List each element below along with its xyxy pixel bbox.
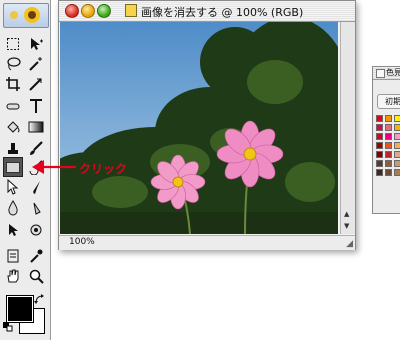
stamp-tool-icon[interactable] bbox=[3, 138, 23, 158]
scroll-up-arrow-icon[interactable]: ▲ bbox=[344, 210, 349, 218]
mouse-cursor-icon bbox=[3, 177, 23, 197]
color-swatch[interactable] bbox=[376, 133, 383, 140]
annotation-arrow-icon bbox=[32, 160, 76, 174]
cosmos-flower-photo bbox=[60, 22, 338, 234]
marquee-tool-icon[interactable] bbox=[3, 34, 23, 54]
color-swatch[interactable] bbox=[394, 133, 400, 140]
panel-close-button[interactable] bbox=[376, 69, 385, 78]
color-panel-titlebar[interactable]: 色見 bbox=[373, 67, 400, 80]
gradient-tool-icon[interactable] bbox=[26, 117, 46, 137]
eraser-icon bbox=[6, 161, 20, 173]
zoom-button[interactable] bbox=[97, 4, 111, 18]
color-swatch[interactable] bbox=[385, 133, 392, 140]
magic-wand-tool-icon[interactable] bbox=[26, 54, 46, 74]
hand-tool-icon[interactable] bbox=[3, 266, 23, 286]
paint-bucket-tool-icon[interactable] bbox=[3, 117, 23, 137]
minimize-button[interactable] bbox=[81, 4, 95, 18]
type-tool-icon[interactable] bbox=[26, 96, 46, 116]
dodge-tool-icon[interactable] bbox=[26, 198, 46, 218]
image-document-window: 画像を消去する @ 100% (RGB) ▲ ▼ 100% ◢ bbox=[58, 0, 356, 250]
vertical-scrollbar[interactable]: ▲ ▼ bbox=[340, 22, 355, 234]
color-swatch[interactable] bbox=[394, 142, 400, 149]
annotation-label: クリック bbox=[79, 162, 128, 176]
color-swatch[interactable] bbox=[376, 169, 383, 176]
color-swatches-panel: 色見 初期 bbox=[372, 66, 400, 214]
color-swatch[interactable] bbox=[394, 160, 400, 167]
path-selection-tool-icon[interactable] bbox=[3, 220, 23, 240]
eraser-tool-selected[interactable] bbox=[3, 157, 23, 177]
healing-brush-tool-icon[interactable] bbox=[3, 96, 23, 116]
color-swatch[interactable] bbox=[385, 115, 392, 122]
color-swatch[interactable] bbox=[394, 151, 400, 158]
image-canvas[interactable] bbox=[60, 22, 338, 234]
brush-tool-icon[interactable] bbox=[26, 138, 46, 158]
eyedropper-tool-icon[interactable] bbox=[26, 246, 46, 266]
sunflower-logo-icon bbox=[10, 7, 40, 23]
color-swatch[interactable] bbox=[394, 169, 400, 176]
zoom-tool-icon[interactable] bbox=[26, 266, 46, 286]
smudge-tool-icon[interactable] bbox=[26, 177, 46, 197]
resize-grip-icon[interactable]: ◢ bbox=[346, 239, 353, 249]
color-swatch[interactable] bbox=[385, 169, 392, 176]
window-titlebar[interactable]: 画像を消去する @ 100% (RGB) bbox=[59, 1, 355, 22]
notes-tool-icon[interactable] bbox=[3, 246, 23, 266]
color-panel-title: 色見 bbox=[386, 68, 400, 77]
color-swatch[interactable] bbox=[385, 124, 392, 131]
swap-colors-icon[interactable] bbox=[34, 294, 46, 309]
scroll-down-arrow-icon[interactable]: ▼ bbox=[344, 222, 349, 230]
color-swatch[interactable] bbox=[376, 160, 383, 167]
slice-tool-icon[interactable] bbox=[26, 74, 46, 94]
color-swatch[interactable] bbox=[376, 151, 383, 158]
move-tool-icon[interactable] bbox=[26, 34, 46, 54]
color-swatch[interactable] bbox=[376, 124, 383, 131]
color-swatch[interactable] bbox=[376, 115, 383, 122]
crop-tool-icon[interactable] bbox=[3, 74, 23, 94]
shape-tool-icon[interactable] bbox=[26, 220, 46, 240]
zoom-level[interactable]: 100% bbox=[69, 237, 95, 247]
color-swatch[interactable] bbox=[385, 151, 392, 158]
lasso-tool-icon[interactable] bbox=[3, 54, 23, 74]
photoshop-logo[interactable] bbox=[3, 3, 49, 28]
blur-tool-icon[interactable] bbox=[3, 198, 23, 218]
color-panel-tab[interactable]: 初期 bbox=[377, 94, 400, 109]
color-swatch[interactable] bbox=[385, 142, 392, 149]
color-swatch[interactable] bbox=[394, 115, 400, 122]
color-swatch[interactable] bbox=[394, 124, 400, 131]
color-swatch[interactable] bbox=[376, 142, 383, 149]
default-colors-icon[interactable] bbox=[3, 322, 13, 335]
close-button[interactable] bbox=[65, 4, 79, 18]
window-status-bar: 100% ◢ bbox=[59, 235, 355, 250]
foreground-color-swatch[interactable] bbox=[6, 295, 34, 323]
color-swatch[interactable] bbox=[385, 160, 392, 167]
window-title: 画像を消去する @ 100% (RGB) bbox=[141, 6, 304, 19]
document-icon bbox=[125, 4, 137, 17]
